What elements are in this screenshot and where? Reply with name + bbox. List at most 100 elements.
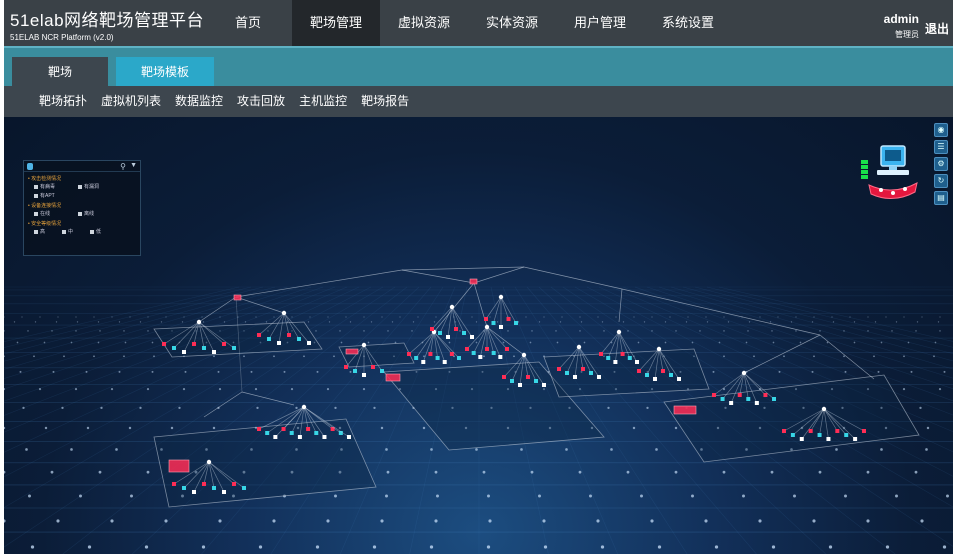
subnav-topology[interactable]: 靶场拓扑: [39, 86, 87, 117]
network-node: [835, 429, 840, 433]
right-toolbar: ◉ ☰ ⚙ ↻ ▤: [934, 123, 948, 208]
switch-node: [576, 344, 582, 350]
network-node: [782, 429, 786, 433]
search-icon[interactable]: ⚲: [120, 162, 126, 171]
network-node: [347, 435, 351, 439]
network-node: [637, 369, 641, 373]
settings-icon[interactable]: ⚙: [934, 157, 948, 171]
logout-button[interactable]: 退出: [925, 20, 949, 37]
legend-check-medium[interactable]: 中: [62, 228, 90, 235]
network-node: [499, 325, 503, 329]
topology-link: [618, 288, 623, 323]
switch-node: [361, 342, 367, 348]
user-role: 管理员: [895, 30, 919, 39]
network-node: [222, 490, 226, 494]
network-node: [362, 373, 366, 377]
network-node: [772, 397, 776, 401]
network-node: [287, 333, 291, 337]
network-node: [746, 397, 751, 401]
nav-user-management[interactable]: 用户管理: [556, 0, 644, 46]
network-node: [273, 435, 278, 439]
network-node: [322, 435, 327, 439]
legend-check-virus[interactable]: 有病毒: [34, 183, 78, 190]
legend-check-offline[interactable]: 离线: [78, 210, 122, 217]
alert-badge: [469, 278, 478, 285]
user-name: admin: [883, 12, 919, 26]
network-node: [267, 337, 271, 341]
network-node: [790, 433, 795, 437]
network-node: [799, 437, 804, 441]
network-node: [192, 342, 196, 346]
network-node: [314, 431, 319, 435]
network-node: [307, 341, 311, 345]
tab-range[interactable]: 靶场: [12, 57, 108, 88]
legend-check-vuln[interactable]: 有漏洞: [78, 183, 122, 190]
network-node: [484, 317, 488, 321]
network-node: [430, 327, 434, 331]
network-node: [620, 352, 625, 356]
network-node: [712, 393, 716, 397]
host-computer-icon[interactable]: [859, 142, 919, 204]
network-node: [817, 433, 822, 437]
network-node: [470, 335, 474, 339]
switch-node: [484, 324, 490, 330]
subnav-attack-replay[interactable]: 攻击回放: [237, 86, 285, 117]
zoom-icon[interactable]: ◉: [934, 123, 948, 137]
legend-check-high[interactable]: 高: [34, 228, 62, 235]
network-node: [446, 335, 450, 339]
network-node: [457, 356, 461, 360]
network-node: [653, 377, 657, 381]
network-node: [597, 375, 601, 379]
nav-system-settings[interactable]: 系统设置: [644, 0, 732, 46]
topology-link: [743, 334, 821, 374]
network-node: [737, 393, 742, 397]
subnav-range-report[interactable]: 靶场报告: [361, 86, 409, 117]
network-node: [478, 355, 483, 359]
app-window: 51elab网络靶场管理平台 51ELAB NCR Platform (v2.0…: [4, 0, 953, 554]
topology-link: [523, 266, 623, 290]
topology-scene[interactable]: [4, 117, 953, 554]
tab-strip: 靶场 靶场模板: [4, 46, 953, 88]
nav-physical-resources[interactable]: 实体资源: [468, 0, 556, 46]
switch-node: [498, 294, 504, 300]
network-node: [449, 352, 454, 356]
legend-check-apt[interactable]: 有APT: [34, 192, 78, 199]
network-node: [421, 360, 426, 364]
network-node: [826, 437, 831, 441]
switch-node: [281, 310, 287, 316]
network-node: [407, 352, 411, 356]
legend-check-low[interactable]: 低: [90, 228, 118, 235]
subnav-vm-list[interactable]: 虚拟机列表: [101, 86, 161, 117]
network-node: [491, 321, 496, 325]
topology-viewport[interactable]: ⚲ ▼ • 攻击检测情况 有病毒 有漏洞 有APT • 设备连接情况 在线 离线…: [4, 117, 953, 554]
network-node: [518, 383, 522, 387]
legend-check-online[interactable]: 在线: [34, 210, 78, 217]
nav-home[interactable]: 首页: [204, 0, 292, 46]
user-info: admin 管理员: [884, 12, 919, 40]
nav-virtual-resources[interactable]: 虚拟资源: [380, 0, 468, 46]
network-node: [202, 482, 206, 486]
network-node: [862, 429, 866, 433]
layers-icon[interactable]: ☰: [934, 140, 948, 154]
subnav-host-monitor[interactable]: 主机监控: [299, 86, 347, 117]
refresh-icon[interactable]: ↻: [934, 174, 948, 188]
switch-node: [301, 404, 307, 410]
network-node: [853, 437, 858, 441]
switch-node: [741, 370, 747, 376]
document-icon[interactable]: ▤: [934, 191, 948, 205]
chevron-down-icon[interactable]: ▼: [130, 162, 137, 169]
network-node: [435, 356, 440, 360]
switch-node: [196, 319, 202, 325]
network-node: [380, 369, 384, 373]
logo-icon: [27, 163, 33, 170]
network-node: [172, 482, 176, 486]
topology-link: [600, 331, 620, 355]
subnav-data-monitor[interactable]: 数据监控: [175, 86, 223, 117]
network-node: [526, 375, 530, 379]
network-node: [265, 431, 270, 435]
network-node: [645, 373, 649, 377]
tab-range-template[interactable]: 靶场模板: [116, 57, 214, 88]
network-node: [627, 356, 632, 360]
nav-range-management[interactable]: 靶场管理: [292, 0, 380, 46]
topology-link: [401, 269, 475, 284]
